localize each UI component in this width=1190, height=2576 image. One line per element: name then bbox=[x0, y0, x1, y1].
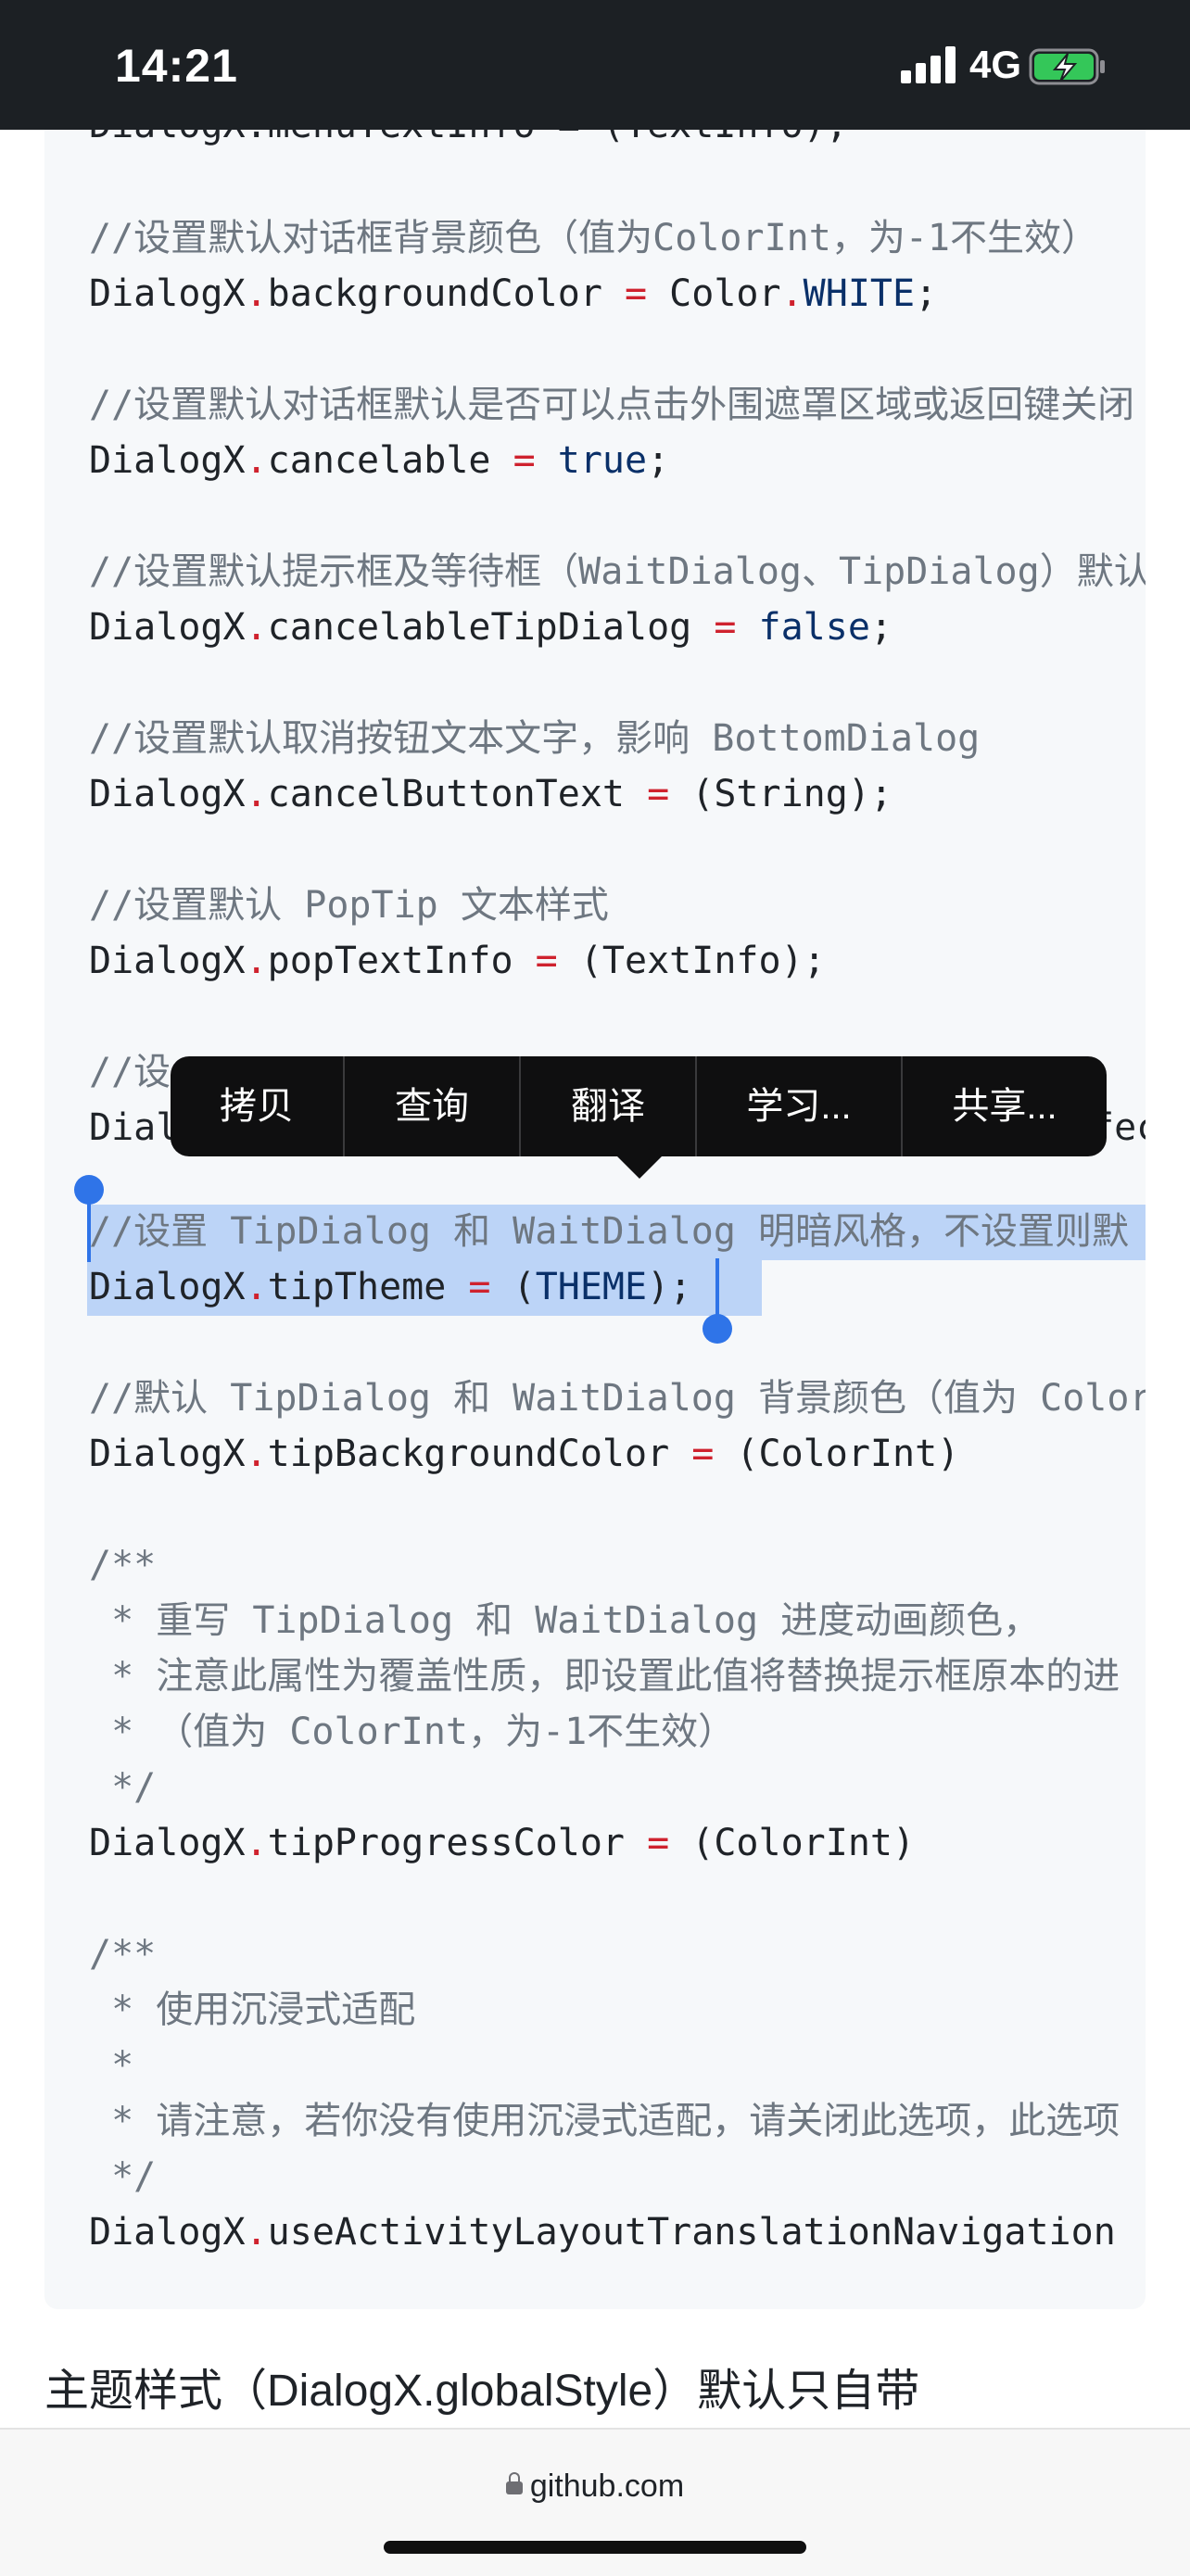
code-comment: * 使用沉浸式适配 bbox=[89, 1989, 416, 2031]
code-comment: //设置默认取消按钮文本文字，影响 BottomDialog bbox=[89, 717, 981, 760]
code-comment: * （值为 ColorInt，为-1不生效） bbox=[89, 1711, 736, 1753]
code-comment: //设 bbox=[89, 1051, 171, 1093]
cellular-signal-icon bbox=[901, 46, 958, 83]
menu-pointer-arrow bbox=[615, 1155, 664, 1179]
code-comment: * bbox=[89, 2044, 134, 2087]
code-line: DialogX.menuTextInfo = (TextInfo); bbox=[89, 130, 848, 152]
code-comment: //设置默认提示框及等待框（WaitDialog、TipDialog）默认 bbox=[89, 550, 1146, 593]
menu-lookup-button[interactable]: 查询 bbox=[345, 1056, 519, 1156]
code-line: DialogX.useActivityLayoutTranslationNavi… bbox=[89, 2211, 1116, 2254]
battery-charging-icon bbox=[1029, 48, 1105, 85]
status-bar: 14:21 4G bbox=[0, 0, 1190, 130]
selection-start-caret bbox=[87, 1195, 91, 1262]
code-comment: * 请注意，若你没有使用沉浸式适配，请关闭此选项，此选项 bbox=[89, 2100, 1120, 2142]
code-comment: //默认 TipDialog 和 WaitDialog 背景颜色（值为 Colo… bbox=[89, 1377, 1146, 1420]
code-block[interactable]: DialogX.menuTextInfo = (TextInfo); //设置默… bbox=[44, 130, 1146, 2309]
code-line: DialogX.cancelableTipDialog = false; bbox=[89, 606, 893, 649]
code-comment: /** bbox=[89, 1933, 157, 1976]
code-comment: * 注意此属性为覆盖性质，即设置此值将替换提示框原本的进 bbox=[89, 1655, 1120, 1698]
network-type: 4G bbox=[969, 43, 1022, 86]
code-comment: /** bbox=[89, 1544, 157, 1586]
menu-translate-button[interactable]: 翻译 bbox=[521, 1056, 695, 1156]
menu-copy-button[interactable]: 拷贝 bbox=[171, 1056, 343, 1156]
home-indicator[interactable] bbox=[384, 2541, 806, 2554]
status-time: 14:21 bbox=[115, 40, 238, 92]
code-comment: //设置默认对话框默认是否可以点击外围遮罩区域或返回键关闭 bbox=[89, 384, 1135, 426]
url-display[interactable]: github.com bbox=[0, 2469, 1190, 2505]
code-comment: */ bbox=[89, 1766, 157, 1809]
code-comment: //设置默认对话框背景颜色（值为ColorInt，为-1不生效） bbox=[89, 217, 1098, 259]
lock-icon bbox=[505, 2472, 523, 2494]
text-edit-menu: 拷贝 查询 翻译 学习... 共享... bbox=[171, 1056, 1107, 1156]
url-text: github.com bbox=[529, 2469, 685, 2504]
code-comment-selected: //设置 TipDialog 和 WaitDialog 明暗风格，不设置则默 bbox=[89, 1210, 1130, 1253]
code-line: DialogX.cancelable = true; bbox=[89, 439, 670, 482]
selection-end-handle[interactable] bbox=[703, 1314, 732, 1344]
code-line-selected: DialogX.tipTheme = (THEME); bbox=[89, 1266, 692, 1308]
code-line: DialogX.cancelButtonText = (String); bbox=[89, 773, 892, 815]
code-comment: //设置默认 PopTip 文本样式 bbox=[89, 884, 609, 927]
menu-share-button[interactable]: 共享... bbox=[903, 1056, 1107, 1156]
code-line: Dial bbox=[89, 1106, 179, 1149]
code-line: DialogX.tipProgressColor = (ColorInt) bbox=[89, 1822, 916, 1864]
menu-learn-button[interactable]: 学习... bbox=[697, 1056, 901, 1156]
selection-end-caret bbox=[715, 1258, 719, 1320]
code-line: DialogX.popTextInfo = (TextInfo); bbox=[89, 940, 826, 982]
code-line: DialogX.tipBackgroundColor = (ColorInt) bbox=[89, 1433, 960, 1475]
code-line: DialogX.backgroundColor = Color.WHITE; bbox=[89, 272, 938, 315]
browser-address-bar[interactable]: github.com bbox=[0, 2428, 1190, 2576]
section-heading: 主题样式（DialogX.globalStyle）默认只自带 bbox=[44, 2367, 920, 2416]
code-comment: * 重写 TipDialog 和 WaitDialog 进度动画颜色， bbox=[89, 1599, 1041, 1642]
code-comment: */ bbox=[89, 2155, 157, 2198]
